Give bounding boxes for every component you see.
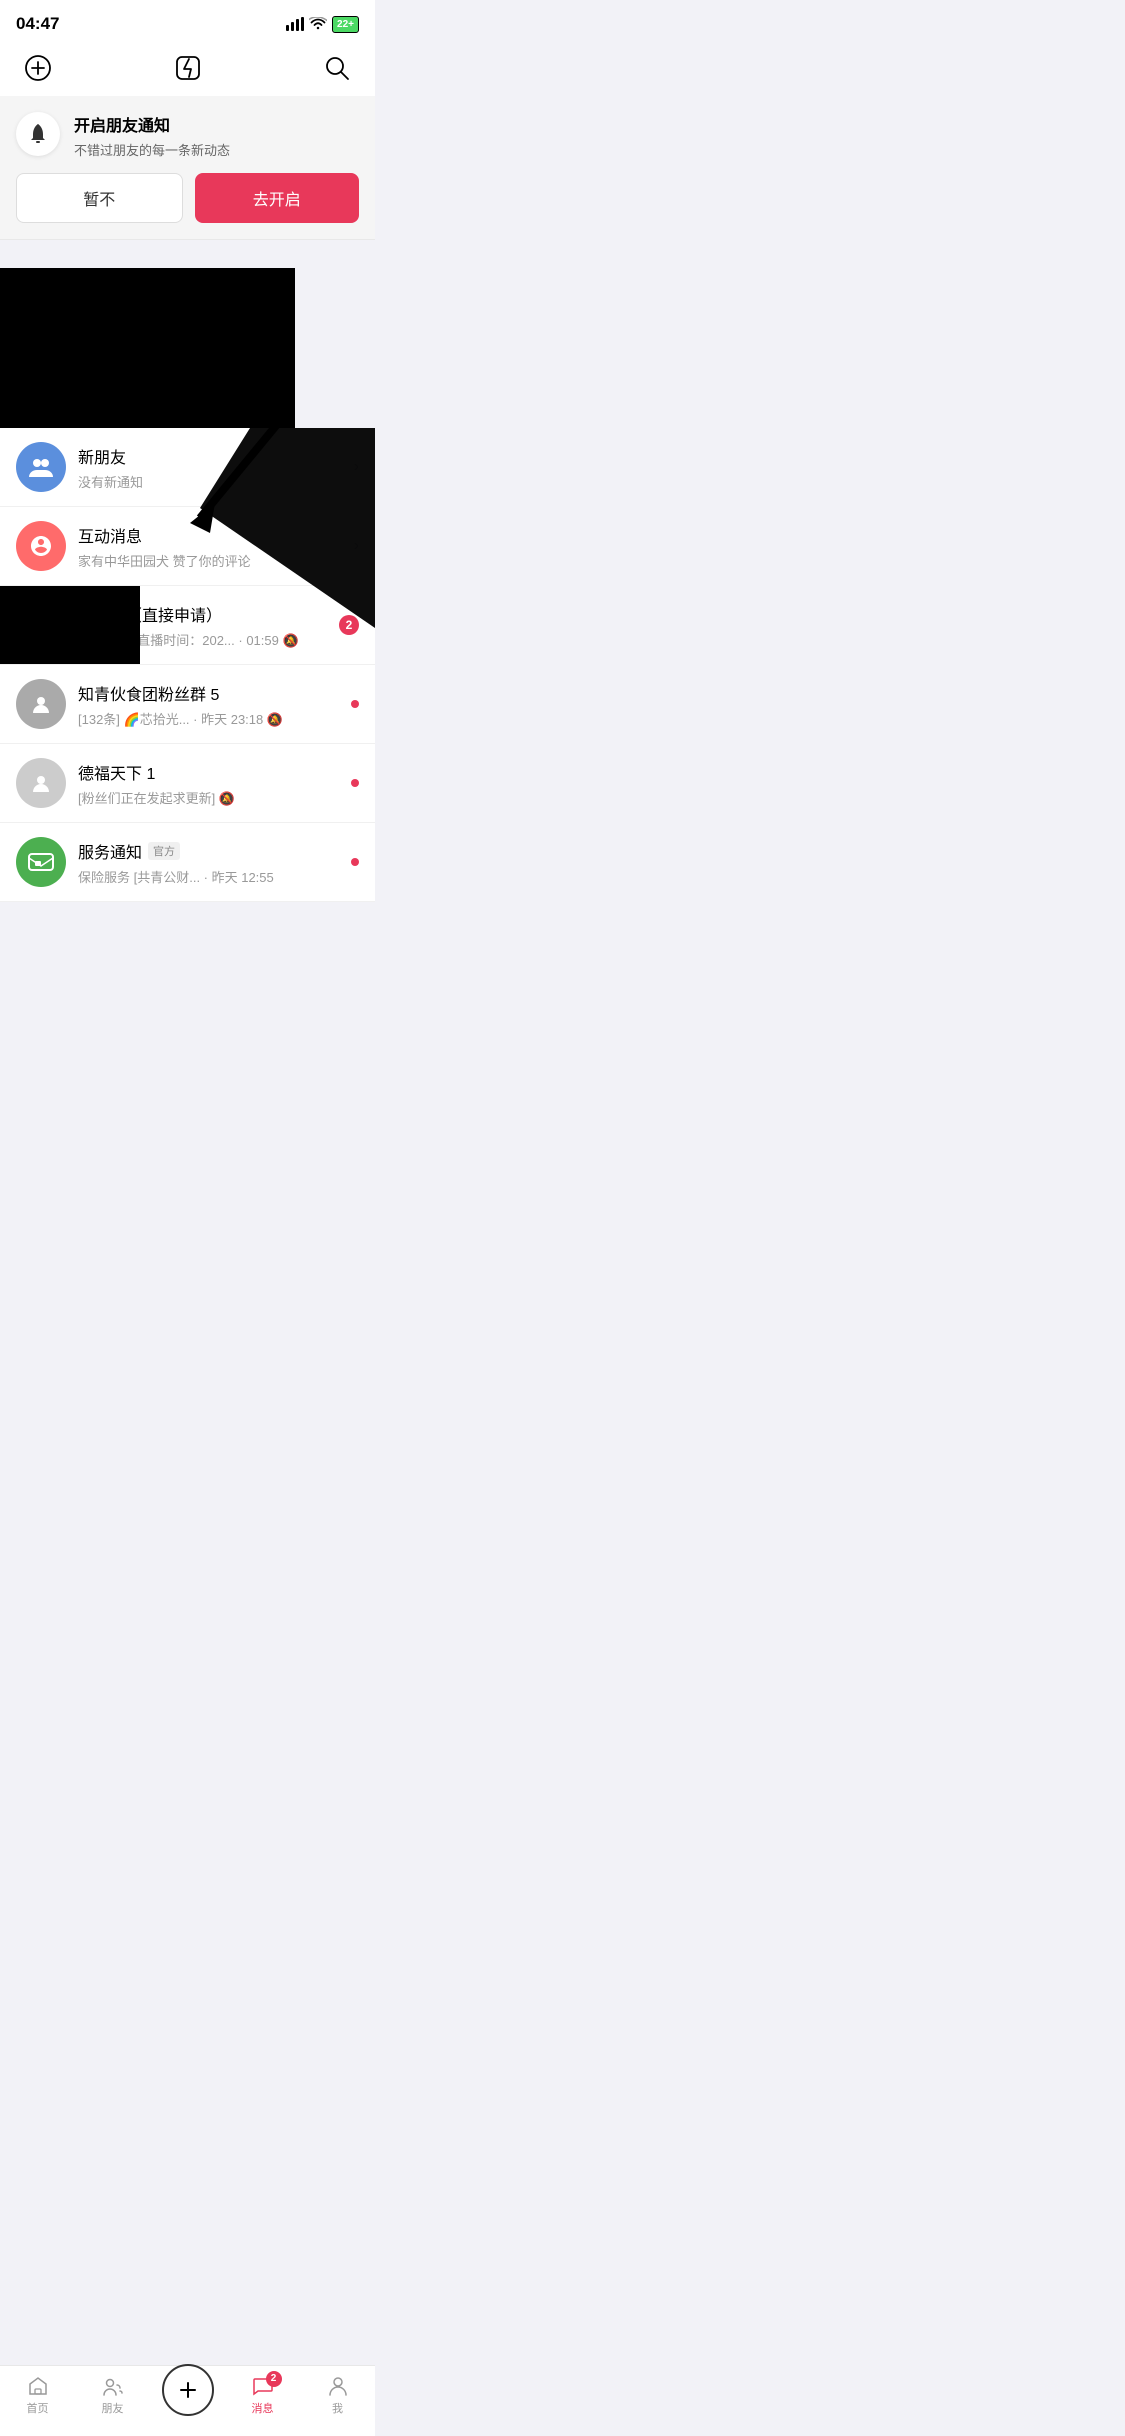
decline-button[interactable]: 暂不 <box>16 173 183 223</box>
notification-text: 开启朋友通知 不错过朋友的每一条新动态 <box>74 112 230 159</box>
accept-button[interactable]: 去开启 <box>195 173 360 223</box>
message-title: 新朋友 <box>78 444 346 468</box>
message-list: 新朋友 没有新通知 › 互动消息 家有中华田园犬 赞了你的评论 <box>0 428 375 902</box>
notification-buttons: 暂不 去开启 <box>16 173 359 223</box>
message-content: 知青伙食团粉丝群 5 [132条] 🌈芯拾光... · 昨天 23:18 🔕 <box>78 681 343 728</box>
status-time: 04:47 <box>16 14 59 34</box>
message-title: 服务通知 官方 <box>78 839 343 863</box>
list-item[interactable]: 互动消息 家有中华田园犬 赞了你的评论 › <box>0 507 375 586</box>
message-content: 互动消息 家有中华田园犬 赞了你的评论 <box>78 523 346 570</box>
notification-title: 开启朋友通知 <box>74 112 230 136</box>
status-icons: 22+ <box>286 16 359 33</box>
tab-me[interactable]: 我 <box>300 2375 375 2416</box>
list-item[interactable]: 德福天下 1 [粉丝们正在发起求更新] 🔕 <box>0 744 375 823</box>
avatar <box>16 521 66 571</box>
message-content: 德福天下 1 [粉丝们正在发起求更新] 🔕 <box>78 760 343 807</box>
official-badge: 官方 <box>148 842 180 860</box>
flash-button[interactable] <box>170 50 206 86</box>
status-bar: 04:47 22+ <box>0 0 375 40</box>
toolbar <box>0 40 375 96</box>
avatar <box>16 679 66 729</box>
messages-badge: 2 <box>266 2371 282 2387</box>
tab-messages-label: 消息 <box>252 2400 274 2416</box>
tab-add[interactable] <box>150 2374 225 2416</box>
tab-center-button[interactable] <box>162 2364 214 2416</box>
badge: 2 <box>339 615 359 635</box>
message-meta <box>351 858 359 866</box>
message-title: 知青伙食团粉丝群 5 <box>78 681 343 705</box>
list-item[interactable]: 新朋友 没有新通知 › <box>0 428 375 507</box>
signal-icon <box>286 17 304 31</box>
chevron-right-icon: › <box>354 537 359 555</box>
avatar <box>16 442 66 492</box>
tab-friends-label: 朋友 <box>102 2400 124 2416</box>
wifi-icon <box>309 17 327 31</box>
tab-messages[interactable]: 2 消息 <box>225 2375 300 2416</box>
message-meta <box>351 779 359 787</box>
message-preview: [粉丝们正在发起求更新] 🔕 <box>78 788 343 807</box>
list-item[interactable]: 粉丝群（直接申请） [直播公告]直播时间：202... · 01:59 🔕 2 <box>0 586 375 665</box>
tab-me-label: 我 <box>332 2400 343 2416</box>
list-item[interactable]: 服务通知 官方 保险服务 [共青公财... · 昨天 12:55 <box>0 823 375 902</box>
add-button[interactable] <box>20 50 56 86</box>
battery-icon: 22+ <box>332 16 359 33</box>
message-content: 新朋友 没有新通知 <box>78 444 346 491</box>
notification-banner: 开启朋友通知 不错过朋友的每一条新动态 暂不 去开启 <box>0 96 375 240</box>
notification-subtitle: 不错过朋友的每一条新动态 <box>74 140 230 159</box>
message-content: 服务通知 官方 保险服务 [共青公财... · 昨天 12:55 <box>78 839 343 886</box>
avatar <box>16 837 66 887</box>
message-preview: 保险服务 [共青公财... · 昨天 12:55 <box>78 867 343 886</box>
friends-icon <box>102 2375 124 2397</box>
message-meta <box>351 700 359 708</box>
chevron-right-icon: › <box>354 458 359 476</box>
unread-dot <box>351 700 359 708</box>
tab-friends[interactable]: 朋友 <box>75 2375 150 2416</box>
content-wrapper: 新朋友 没有新通知 › 互动消息 家有中华田园犬 赞了你的评论 <box>0 240 375 902</box>
home-icon <box>27 2375 49 2397</box>
message-title: 互动消息 <box>78 523 346 547</box>
unread-dot <box>351 858 359 866</box>
message-title: 德福天下 1 <box>78 760 343 784</box>
message-preview: 家有中华田园犬 赞了你的评论 <box>78 551 346 570</box>
avatar <box>16 758 66 808</box>
message-meta: 2 <box>339 615 359 635</box>
tab-home-label: 首页 <box>27 2400 49 2416</box>
search-button[interactable] <box>319 50 355 86</box>
bell-icon <box>16 112 60 156</box>
message-preview: 没有新通知 <box>78 472 346 491</box>
me-icon <box>327 2375 349 2397</box>
message-preview: [132条] 🌈芯拾光... · 昨天 23:18 🔕 <box>78 709 343 728</box>
tab-home[interactable]: 首页 <box>0 2375 75 2416</box>
unread-dot <box>351 779 359 787</box>
list-item[interactable]: 知青伙食团粉丝群 5 [132条] 🌈芯拾光... · 昨天 23:18 🔕 <box>0 665 375 744</box>
video-thumbnail <box>0 268 295 428</box>
